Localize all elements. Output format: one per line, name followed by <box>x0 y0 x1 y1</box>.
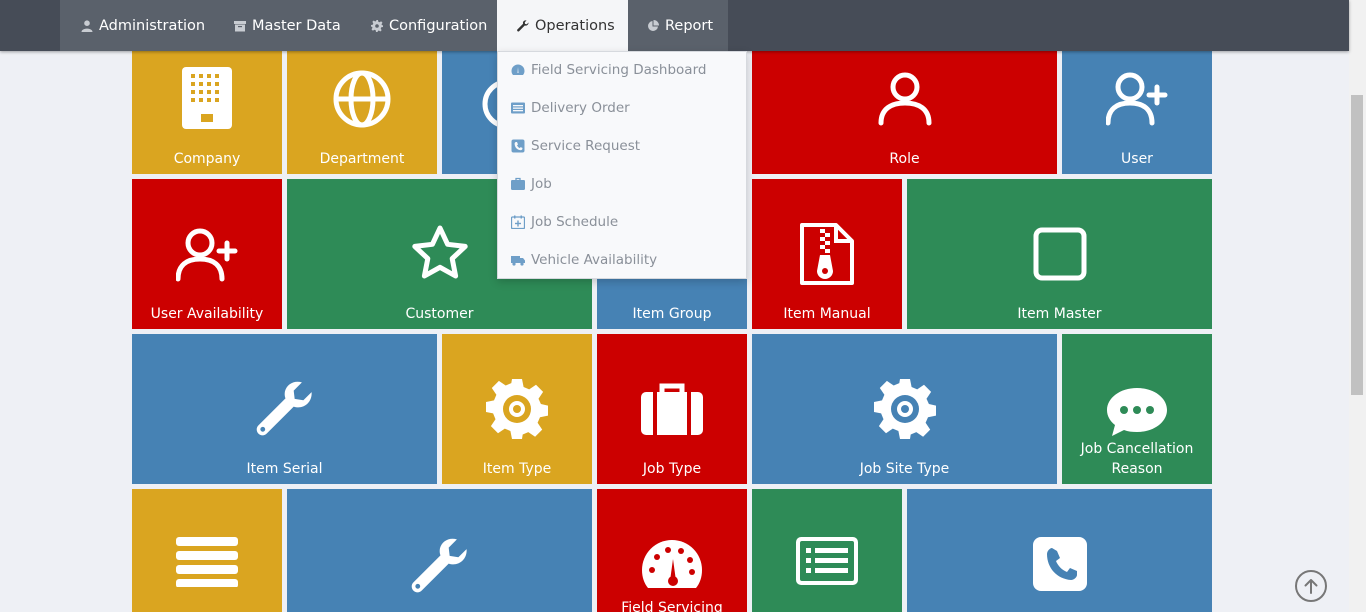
menu-item-job[interactable]: Job <box>511 174 552 194</box>
user-icon <box>81 19 93 32</box>
tile-field-servicing[interactable]: Field Servicing <box>597 489 747 612</box>
tile-label: Role <box>889 151 920 167</box>
briefcase-icon <box>641 382 703 436</box>
user-plus-icon <box>176 227 238 283</box>
operations-dropdown: Field Servicing Dashboard Delivery Order… <box>497 51 747 279</box>
menu-item-label: Job Schedule <box>531 214 619 230</box>
top-navbar: Administration Master Data Configuration… <box>0 0 1349 51</box>
nav-label: Operations <box>535 17 615 34</box>
list-card-icon <box>796 537 858 585</box>
tile-label: Field Servicing <box>621 600 723 612</box>
tile-label: Job Type <box>642 461 702 477</box>
nav-report[interactable]: Report <box>647 0 727 51</box>
wrench-icon <box>517 19 529 31</box>
wrench-icon <box>256 380 314 438</box>
gear-icon <box>873 378 936 440</box>
tile-job-type[interactable]: Job Type <box>597 334 747 484</box>
tile-label: User Availability <box>150 306 264 322</box>
dashboard-icon <box>641 539 703 591</box>
nav-label: Configuration <box>389 17 488 34</box>
menu-item-label: Service Request <box>531 138 641 154</box>
tile-label: Item Type <box>482 461 552 477</box>
tile-delivery-list[interactable] <box>752 489 902 612</box>
truck-icon <box>511 256 525 266</box>
file-zip-icon <box>800 223 854 285</box>
tile-list[interactable] <box>132 489 282 612</box>
tile-item-serial[interactable]: Item Serial <box>132 334 437 484</box>
tile-role[interactable]: Role <box>752 51 1057 174</box>
menu-item-field-servicing-dashboard[interactable]: Field Servicing Dashboard <box>511 60 706 80</box>
scrollbar-thumb[interactable] <box>1351 95 1363 395</box>
nav-configuration[interactable]: Configuration <box>371 0 491 51</box>
nav-administration[interactable]: Administration <box>81 0 206 51</box>
tile-label: Company <box>173 151 241 167</box>
briefcase-icon <box>511 177 525 190</box>
menu-item-label: Delivery Order <box>531 100 630 116</box>
square-outline-icon <box>1033 227 1087 281</box>
menu-item-label: Field Servicing Dashboard <box>531 62 707 78</box>
tile-wrench[interactable] <box>287 489 592 612</box>
building-icon <box>182 67 232 129</box>
menu-item-label: Job <box>531 176 552 192</box>
gear-icon <box>486 378 548 440</box>
star-icon <box>411 225 469 281</box>
nav-label: Master Data <box>252 17 341 34</box>
phone-square-icon <box>1032 537 1087 591</box>
tile-department[interactable]: Department <box>287 51 437 174</box>
tile-item-type[interactable]: Item Type <box>442 334 592 484</box>
tile-job-site-type[interactable]: Job Site Type <box>752 334 1057 484</box>
speech-bubble-icon <box>1106 386 1168 438</box>
menu-item-vehicle-availability[interactable]: Vehicle Availability <box>511 250 657 270</box>
nav-label: Administration <box>99 17 206 34</box>
globe-icon <box>332 69 392 129</box>
dashboard-icon <box>511 64 525 75</box>
menu-item-label: Vehicle Availability <box>531 252 658 268</box>
tile-job-cancellation-reason[interactable]: Job Cancellation Reason <box>1062 334 1212 484</box>
tile-label: Job Cancellation Reason <box>1080 441 1194 477</box>
menu-item-job-schedule[interactable]: Job Schedule <box>511 212 618 232</box>
list-icon <box>511 102 525 114</box>
tile-company[interactable]: Company <box>132 51 282 174</box>
wrench-icon <box>411 537 469 595</box>
tile-label: Item Group <box>632 306 712 322</box>
nav-operations[interactable]: Operations <box>497 0 628 51</box>
menu-item-delivery-order[interactable]: Delivery Order <box>511 98 630 118</box>
tile-label: Item Serial <box>246 461 323 477</box>
back-to-top-button[interactable] <box>1295 570 1327 602</box>
archive-icon <box>234 20 246 31</box>
tile-user[interactable]: User <box>1062 51 1212 174</box>
partial-icon <box>479 79 497 129</box>
tile-service-request[interactable] <box>907 489 1212 612</box>
arrow-up-icon <box>1304 579 1318 594</box>
tile-label: Item Master <box>1017 306 1102 322</box>
tile-user-availability[interactable]: User Availability <box>132 179 282 329</box>
gear-icon <box>371 19 383 32</box>
tile-hidden-behind-menu[interactable] <box>442 51 497 174</box>
menu-item-service-request[interactable]: Service Request <box>511 136 640 156</box>
nav-label: Report <box>665 17 714 34</box>
tile-label: Item Manual <box>783 306 871 322</box>
tile-label: Job Site Type <box>859 461 950 477</box>
pie-chart-icon <box>648 19 659 31</box>
menu-bars-icon <box>176 537 238 587</box>
tile-label: Department <box>319 151 405 167</box>
tile-item-master[interactable]: Item Master <box>907 179 1212 329</box>
user-outline-icon <box>877 71 933 127</box>
tile-label: Customer <box>405 306 474 322</box>
calendar-plus-icon <box>511 215 525 229</box>
tile-label: User <box>1121 151 1153 167</box>
user-plus-icon <box>1106 71 1168 127</box>
nav-master-data[interactable]: Master Data <box>234 0 344 51</box>
tile-item-manual[interactable]: Item Manual <box>752 179 902 329</box>
phone-icon <box>511 139 525 153</box>
